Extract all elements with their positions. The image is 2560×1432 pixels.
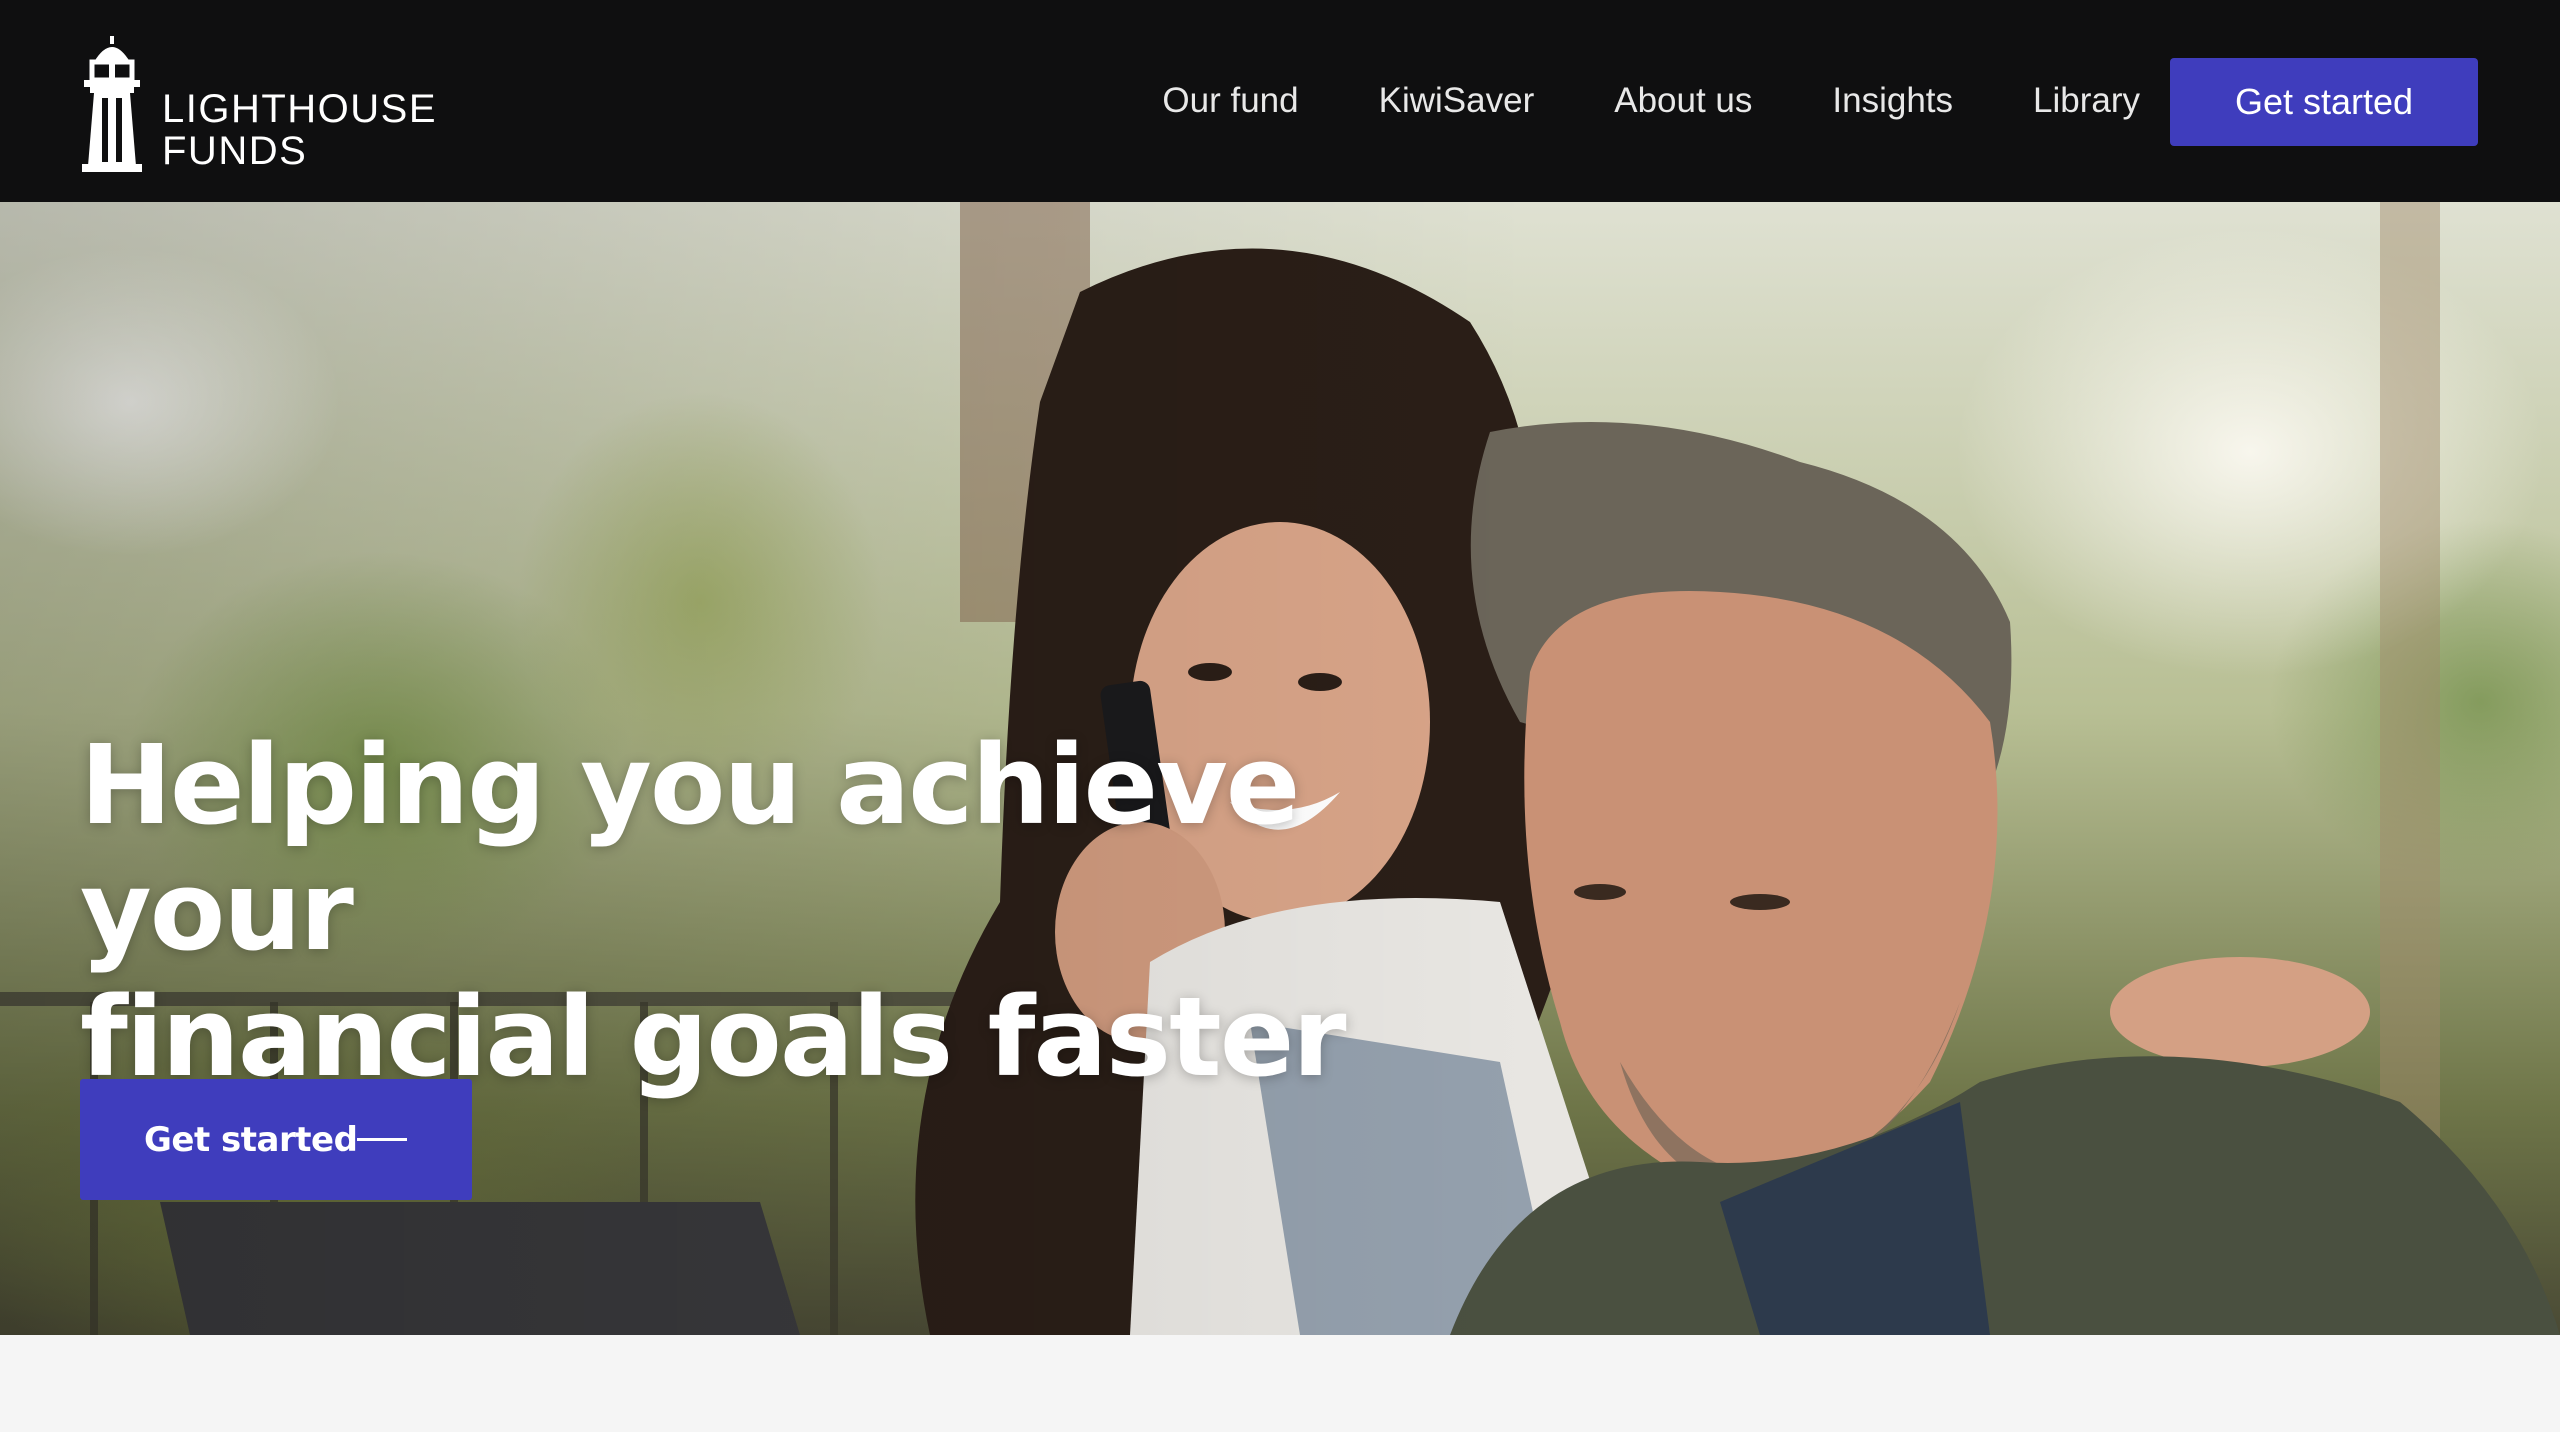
nav-our-fund[interactable]: Our fund <box>1162 81 1298 121</box>
nav-about-us[interactable]: About us <box>1614 81 1752 121</box>
brand-name-line1: LIGHTHOUSE <box>162 87 438 131</box>
header-get-started-button[interactable]: Get started <box>2170 58 2478 146</box>
brand-name-line2: FUNDS <box>162 129 308 173</box>
nav-kiwisaver[interactable]: KiwiSaver <box>1379 81 1535 121</box>
hero-section: Helping you achieve your financial goals… <box>0 202 2560 1335</box>
nav-library[interactable]: Library <box>2033 81 2140 121</box>
site-header: LIGHTHOUSE FUNDS Our fund KiwiSaver Abou… <box>0 0 2560 202</box>
main-nav: Our fund KiwiSaver About us Insights Lib… <box>1162 0 2140 202</box>
hero-title-line1: Helping you achieve your <box>80 721 1300 975</box>
hero-cta-label: Get started <box>144 1119 358 1160</box>
hero-get-started-button[interactable]: Get started <box>80 1079 472 1200</box>
hero-title: Helping you achieve your financial goals… <box>80 722 1580 1100</box>
arrow-line-icon <box>357 1138 407 1141</box>
brand-logo[interactable]: LIGHTHOUSE FUNDS <box>80 32 440 172</box>
next-section <box>0 1335 2560 1432</box>
lighthouse-icon <box>82 36 142 172</box>
brand-name: LIGHTHOUSE FUNDS <box>162 88 437 172</box>
nav-insights[interactable]: Insights <box>1832 81 1953 121</box>
